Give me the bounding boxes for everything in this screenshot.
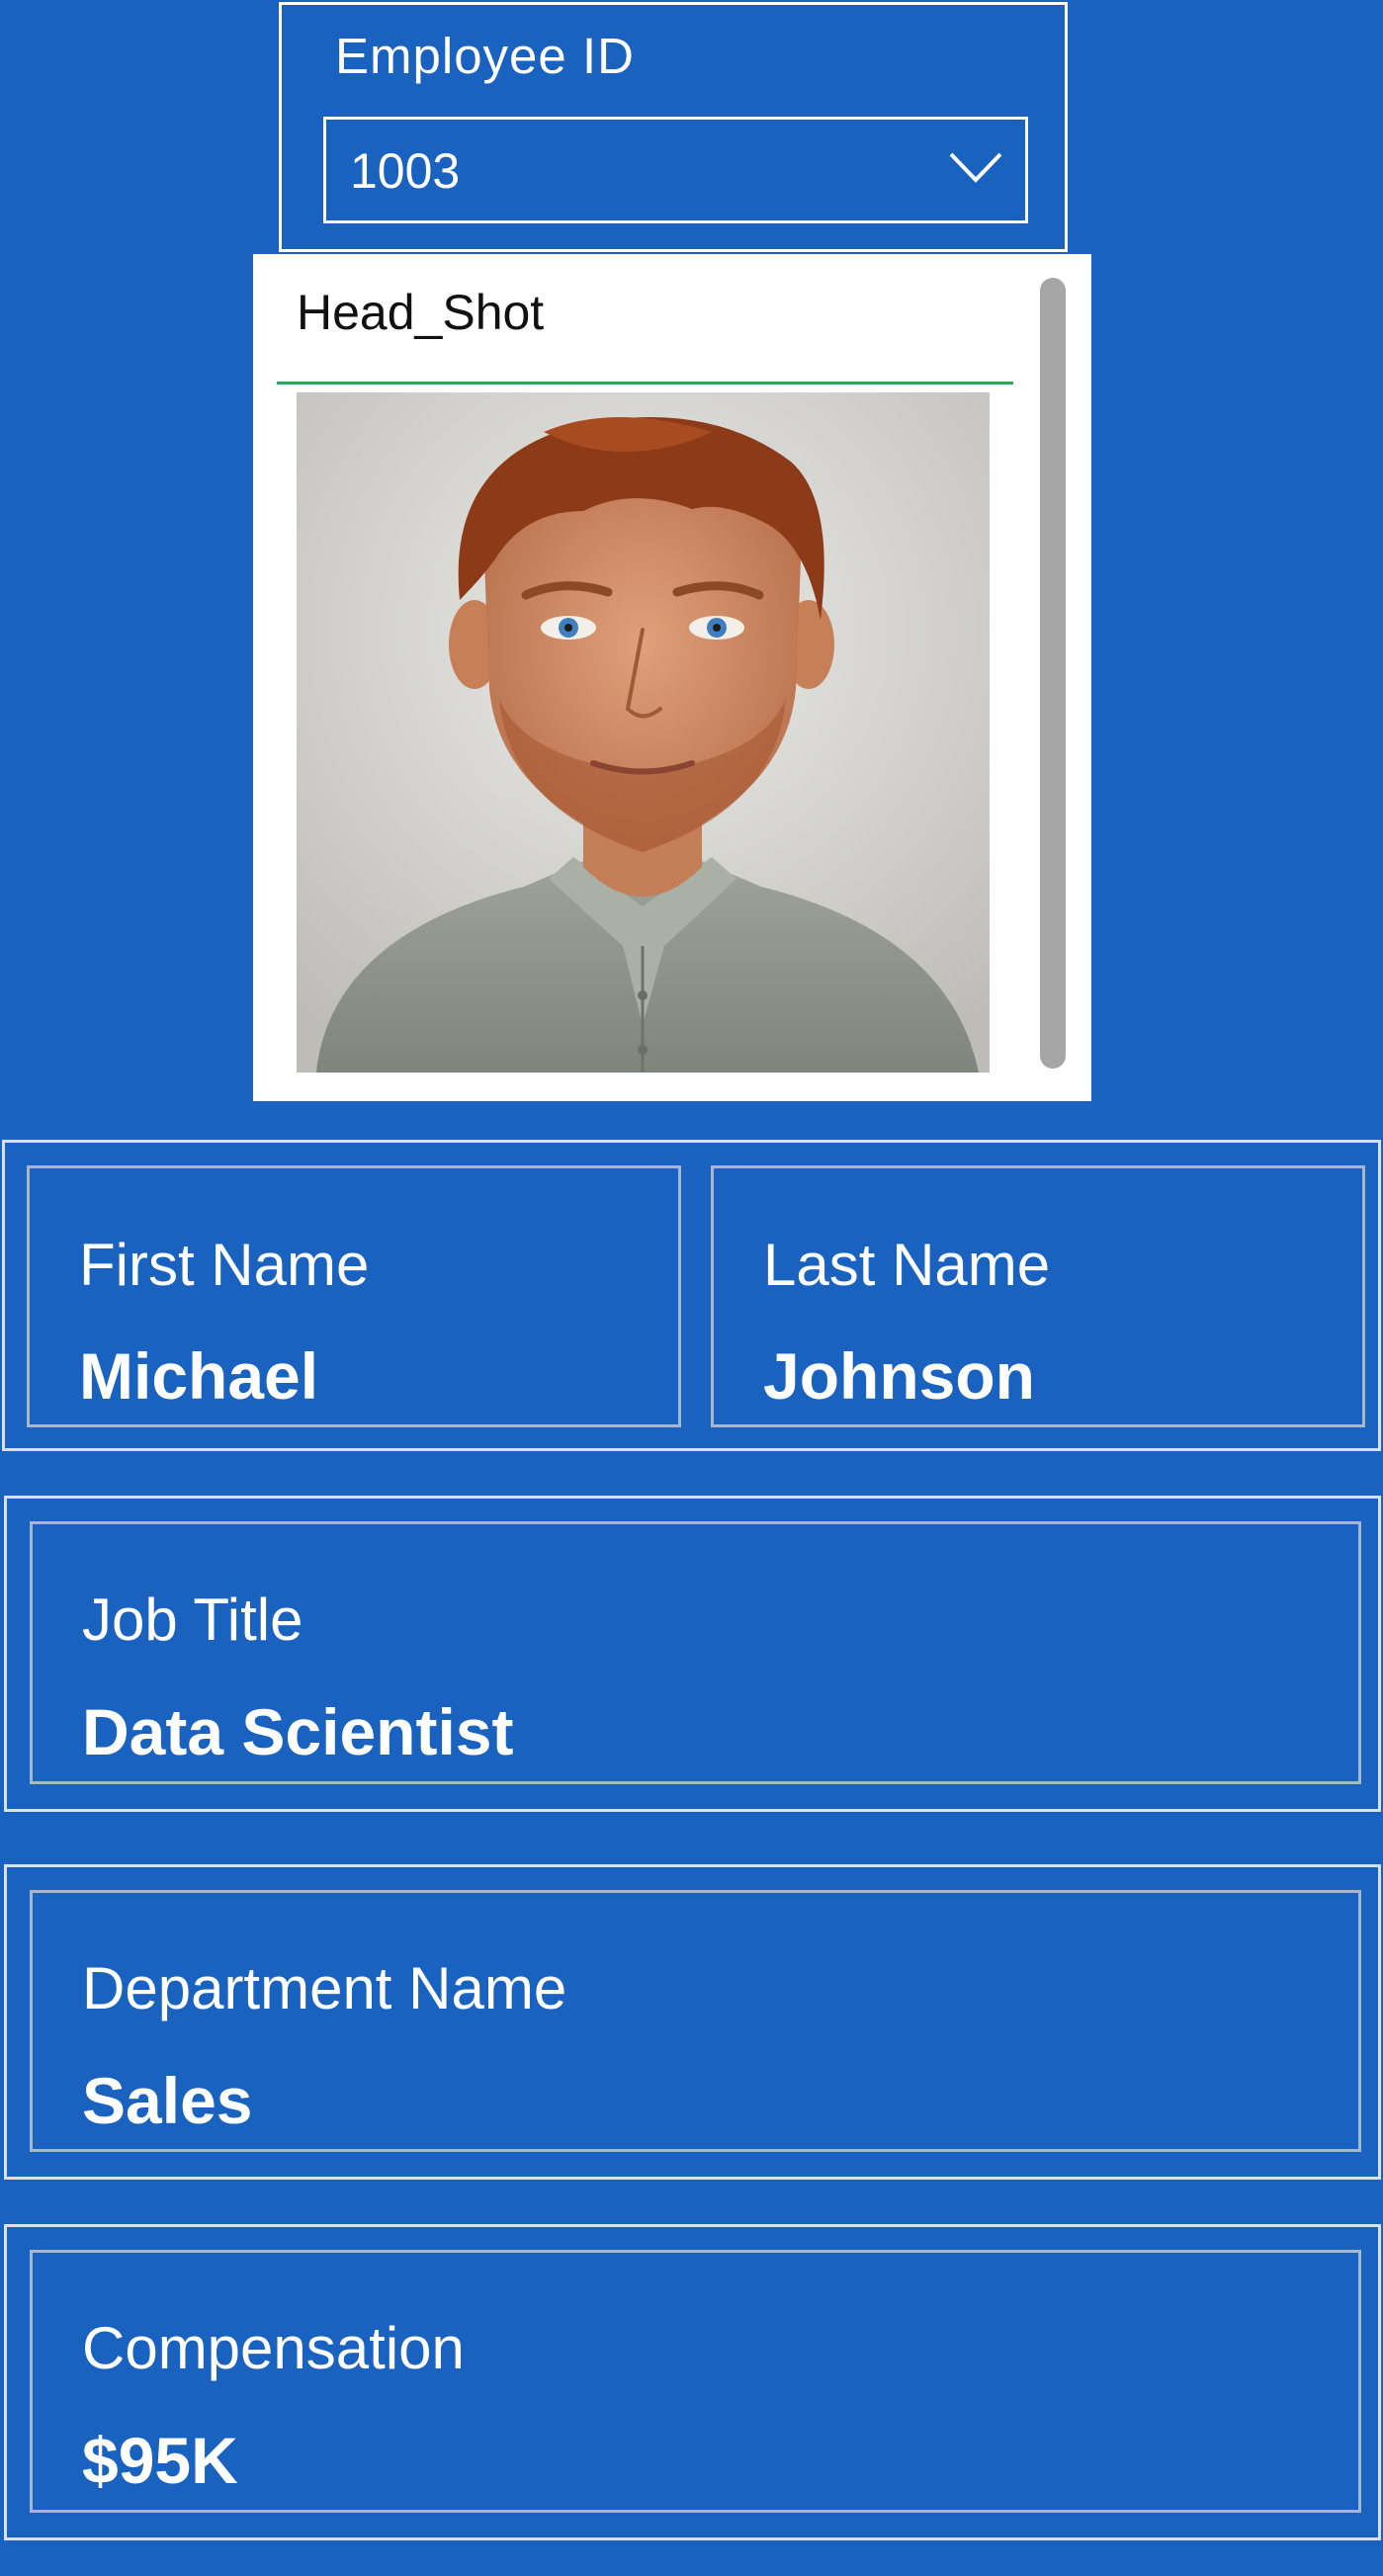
employee-id-dropdown[interactable]: 1003 <box>323 117 1028 223</box>
portrait-illustration <box>297 392 990 1073</box>
job-title-card: Job Title Data Scientist <box>30 1521 1361 1784</box>
job-title-card-group: Job Title Data Scientist <box>4 1496 1381 1812</box>
compensation-card: Compensation $95K <box>30 2250 1361 2513</box>
chevron-down-icon[interactable] <box>948 149 1003 185</box>
headshot-photo <box>297 392 990 1073</box>
slicer-title: Employee ID <box>335 28 635 84</box>
department-card-group: Department Name Sales <box>4 1864 1381 2180</box>
department-label: Department Name <box>82 1955 567 2021</box>
compensation-label: Compensation <box>82 2315 465 2381</box>
name-card-group: First Name Michael Last Name Johnson <box>2 1140 1381 1451</box>
first-name-label: First Name <box>79 1232 370 1298</box>
job-title-value: Data Scientist <box>82 1695 514 1768</box>
employee-id-slicer: Employee ID 1003 <box>279 2 1068 252</box>
headshot-scrollbar[interactable] <box>1040 278 1066 1069</box>
dropdown-selected-value: 1003 <box>350 143 461 199</box>
department-value: Sales <box>82 2064 253 2137</box>
job-title-label: Job Title <box>82 1587 303 1653</box>
compensation-card-group: Compensation $95K <box>4 2224 1381 2540</box>
headshot-divider <box>277 382 1013 385</box>
headshot-panel: Head_Shot <box>253 254 1091 1101</box>
department-card: Department Name Sales <box>30 1890 1361 2152</box>
last-name-card: Last Name Johnson <box>711 1165 1365 1427</box>
last-name-label: Last Name <box>763 1232 1051 1298</box>
first-name-card: First Name Michael <box>27 1165 681 1427</box>
headshot-label: Head_Shot <box>297 285 545 340</box>
compensation-value: $95K <box>82 2424 238 2497</box>
scrollbar-thumb[interactable] <box>1040 278 1066 1069</box>
last-name-value: Johnson <box>763 1339 1035 1413</box>
first-name-value: Michael <box>79 1339 319 1413</box>
